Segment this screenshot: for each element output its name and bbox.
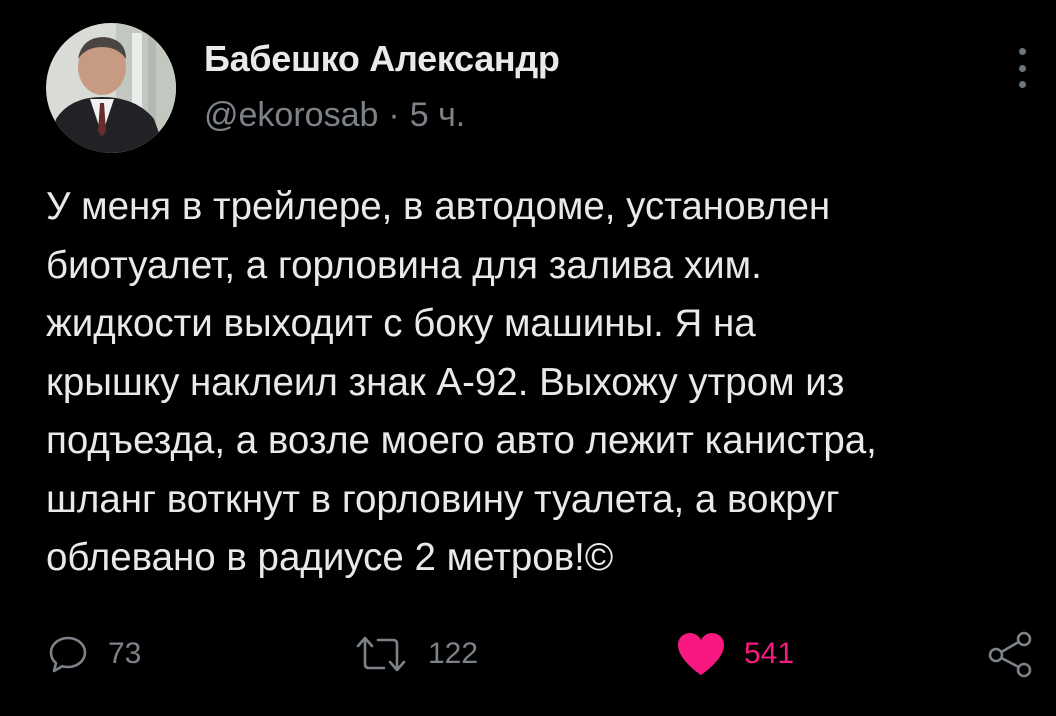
action-bar: 73 122 541 (0, 624, 1056, 684)
like-count: 541 (744, 637, 795, 670)
tweet-text-line: У меня в трейлере, в автодоме, установле… (46, 185, 831, 228)
share-icon (988, 631, 1032, 678)
more-vertical-icon[interactable] (1010, 46, 1034, 90)
handle[interactable]: @ekorosab (204, 96, 378, 134)
reply-icon (49, 636, 87, 673)
retweet-icon (356, 636, 406, 672)
tweet-text-line: шланг воткнут в горловину туалета, а вок… (46, 477, 840, 521)
share-button[interactable] (986, 624, 1034, 684)
separator: · (388, 96, 400, 134)
more-dot (1018, 48, 1026, 55)
tweet-text-line: крышку наклеил знак А-92. Выхожу утром и… (46, 360, 845, 404)
avatar[interactable] (46, 23, 176, 153)
tweet-text-line: биотуалет, а горловина для залива хим. (46, 243, 762, 287)
timestamp[interactable]: 5 ч. (410, 96, 466, 134)
heart-icon (678, 633, 724, 675)
tweet-text: У меня в трейлере, в автодоме, установле… (46, 178, 1036, 588)
display-name[interactable]: Бабешко Александр (204, 38, 560, 80)
tweet: Бабешко Александр @ekorosab · 5 ч. У меня … (0, 0, 1056, 716)
like-button[interactable]: 541 (676, 624, 794, 684)
tweet-text-line: подъезда, а возле моего авто лежит канис… (46, 419, 877, 462)
more-dot (1018, 64, 1026, 72)
reply-count: 73 (108, 637, 142, 670)
meta-line: @ekorosab · 5 ч. (204, 96, 465, 135)
reply-button[interactable]: 73 (46, 624, 141, 684)
more-dot (1018, 81, 1026, 88)
tweet-text-line: облевано в радиусе 2 метров!© (46, 536, 614, 579)
retweet-count: 122 (428, 637, 479, 670)
retweet-button[interactable]: 122 (352, 624, 478, 684)
tweet-text-line: жидкости выходит с боку машины. Я на (46, 302, 756, 345)
